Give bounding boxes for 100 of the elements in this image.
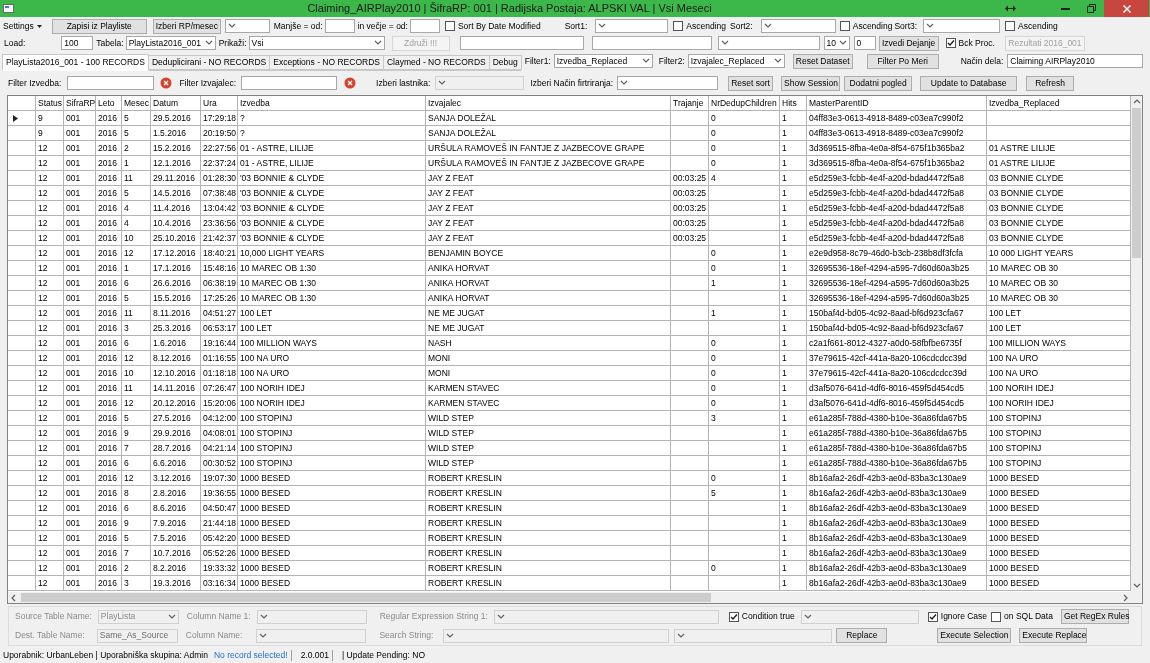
- table-cell: ROBERT KRESLIN: [426, 486, 671, 501]
- field-label: Dest. Table Name:: [15, 629, 85, 642]
- push-button[interactable]: Execute Selection: [937, 628, 1012, 643]
- column-header[interactable]: Izvedba_Replaced: [987, 96, 1131, 111]
- push-button[interactable]: Zapisi iz Playliste: [51, 18, 147, 34]
- check-box[interactable]: [1005, 21, 1016, 31]
- push-button[interactable]: Execute Replace: [1019, 628, 1088, 643]
- check-box[interactable]: [728, 611, 739, 622]
- text-field[interactable]: Claiming AIRPlay2010: [1007, 54, 1144, 68]
- check-box[interactable]: [945, 38, 956, 48]
- clear-button[interactable]: [344, 77, 357, 89]
- checkbox-option[interactable]: Bck Proc.: [945, 36, 995, 50]
- column-header[interactable]: Leto: [96, 96, 122, 111]
- column-header[interactable]: Status: [36, 96, 64, 111]
- table-cell: 2016: [96, 261, 122, 276]
- text-field[interactable]: [459, 36, 584, 50]
- column-header[interactable]: Trajanje: [671, 96, 709, 111]
- table-cell: 8b16afa2-26df-42b3-ae0d-83ba3c130ae9: [807, 531, 987, 546]
- table-cell: 100 LET: [238, 321, 426, 336]
- dropdown-field[interactable]: [224, 19, 270, 33]
- vertical-scrollbar[interactable]: [1131, 96, 1142, 592]
- scrollbar-thumb[interactable]: [21, 593, 711, 602]
- column-header[interactable]: MasterParentID: [807, 96, 987, 111]
- tab[interactable]: Claymed - NO RECORDS: [383, 55, 490, 70]
- push-button[interactable]: Reset Dataset: [792, 53, 853, 69]
- table-cell: 1000 BESED: [987, 471, 1131, 486]
- check-box[interactable]: [839, 21, 850, 31]
- dropdown-field[interactable]: 10: [823, 36, 850, 50]
- column-header[interactable]: Datum: [151, 96, 201, 111]
- dropdown-field[interactable]: [717, 36, 820, 50]
- settings-menu[interactable]: Settings: [3, 18, 42, 34]
- text-field[interactable]: [241, 76, 338, 90]
- table-cell: 12: [36, 531, 64, 546]
- dropdown-field[interactable]: [760, 19, 836, 33]
- text-field[interactable]: [67, 76, 155, 90]
- column-header[interactable]: Ura: [201, 96, 238, 111]
- chevron-down-icon: [446, 631, 455, 640]
- row-header[interactable]: [8, 111, 36, 126]
- status-text: | Update Pending: NO: [342, 649, 425, 662]
- tab[interactable]: PlayLista2016_001 - 100 RECORDS: [2, 54, 149, 71]
- clear-button[interactable]: [160, 77, 173, 89]
- dropdown-field[interactable]: [595, 19, 669, 33]
- chevron-down-icon: [227, 22, 236, 30]
- push-button[interactable]: Izvedi Dejanje: [878, 35, 939, 51]
- push-button[interactable]: Replace: [836, 628, 888, 643]
- table-cell: 12: [36, 216, 64, 231]
- checkbox-option[interactable]: Condition true: [728, 610, 795, 623]
- text-field[interactable]: 100: [61, 36, 94, 50]
- table-cell: 1: [780, 546, 807, 561]
- table-cell: 1: [780, 306, 807, 321]
- check-box[interactable]: [444, 21, 455, 31]
- dropdown-field[interactable]: Vsi: [248, 36, 385, 50]
- checkbox-option[interactable]: Ascending: [673, 19, 727, 33]
- double-arrow-icon[interactable]: [1005, 5, 1016, 12]
- checkbox-option[interactable]: Sort By Date Modified: [444, 19, 541, 33]
- table-cell: [709, 576, 780, 591]
- check-box[interactable]: [927, 611, 938, 622]
- field-label: Load:: [4, 36, 26, 50]
- text-field[interactable]: [591, 36, 712, 50]
- push-button[interactable]: Dodatni pogled: [844, 75, 913, 91]
- column-header[interactable]: NrDedupChildren: [709, 96, 780, 111]
- scrollbar-thumb[interactable]: [1132, 108, 1141, 258]
- dropdown-field[interactable]: Izvedba_Replaced: [553, 54, 653, 68]
- tab[interactable]: Exceptions - NO RECORDS: [269, 55, 384, 70]
- column-header[interactable]: Izvedba: [238, 96, 426, 111]
- push-button[interactable]: Reset sort: [728, 75, 774, 91]
- horizontal-scrollbar[interactable]: [8, 592, 1131, 603]
- tab[interactable]: Debug: [488, 55, 522, 70]
- table-cell: 001: [64, 561, 96, 576]
- checkbox-option[interactable]: on SQL Data: [991, 610, 1053, 623]
- checkbox-option[interactable]: Ignore Case: [927, 610, 988, 623]
- column-header[interactable]: Mesec: [122, 96, 151, 111]
- text-field[interactable]: [409, 19, 440, 33]
- table-cell: NASH: [426, 336, 671, 351]
- table-cell: 20.12.2016: [151, 396, 201, 411]
- tab[interactable]: Deduplicirani - NO RECORDS: [147, 55, 271, 70]
- chevron-down-icon: [598, 22, 607, 30]
- push-button[interactable]: Show Session: [781, 75, 841, 91]
- table-cell: [671, 486, 709, 501]
- checkbox-option[interactable]: Ascending: [839, 19, 893, 33]
- text-field[interactable]: 0: [853, 36, 876, 50]
- push-button[interactable]: Refresh: [1026, 75, 1075, 91]
- column-header[interactable]: Izvajalec: [426, 96, 671, 111]
- column-header[interactable]: Hits: [780, 96, 807, 111]
- table-cell: 0: [709, 126, 780, 141]
- table-cell: 001: [64, 516, 96, 531]
- checkbox-option[interactable]: Ascending: [1005, 19, 1058, 33]
- dropdown-field[interactable]: PlayLista2016_001: [125, 36, 216, 50]
- dropdown-field[interactable]: [923, 19, 1001, 33]
- dropdown-field[interactable]: Izvajalec_Replaced: [687, 54, 785, 68]
- text-field[interactable]: [324, 19, 355, 33]
- push-button[interactable]: Update to Database: [920, 75, 1018, 91]
- check-box[interactable]: [673, 21, 684, 31]
- push-button[interactable]: Get RegEx Rules: [1060, 609, 1129, 624]
- check-box[interactable]: [991, 611, 1002, 622]
- push-button[interactable]: Filter Po Meri: [866, 53, 939, 69]
- dropdown-field[interactable]: [617, 76, 719, 90]
- push-button[interactable]: Izberi RP/mesec: [152, 18, 221, 34]
- column-header[interactable]: SifraRP: [64, 96, 96, 111]
- table-cell: 1: [780, 261, 807, 276]
